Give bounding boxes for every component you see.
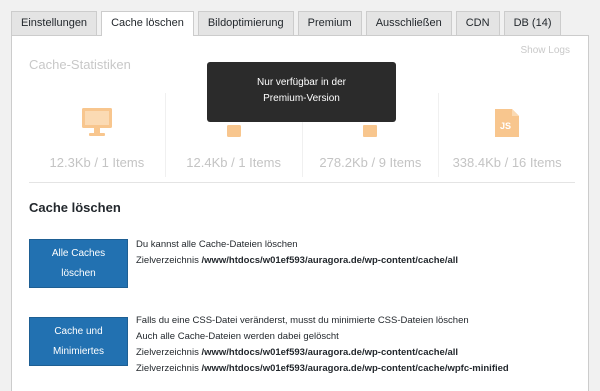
tab-einstellungen[interactable]: Einstellungen <box>11 11 98 35</box>
clear-all-desc-text: Du kannst alle Cache-Dateien löschen <box>136 239 298 250</box>
clear-minified-label-2: Minimiertes <box>52 345 105 357</box>
stat-css-value: 278.2Kb / 9 Items <box>319 155 422 170</box>
stat-js-value: 338.4Kb / 16 Items <box>452 155 562 170</box>
tab-bildoptimierung[interactable]: Bildoptimierung <box>197 11 294 35</box>
tab-premium[interactable]: Premium <box>297 11 362 35</box>
clear-minified-target-dir-2: Zielverzeichnis /www/htdocs/w01ef593/aur… <box>136 363 509 374</box>
stat-desktop: 12.3Kb / 1 Items <box>29 93 166 177</box>
stat-mobile-value: 12.4Kb / 1 Items <box>186 155 281 170</box>
clear-minified-target-dir-1: Zielverzeichnis /www/htdocs/w01ef593/aur… <box>136 347 459 358</box>
tab-ausschliessen[interactable]: Ausschließen <box>365 11 452 35</box>
divider <box>29 182 575 183</box>
clear-all-caches-button[interactable]: Alle Caches löschen <box>29 239 128 288</box>
stat-desktop-value: 12.3Kb / 1 Items <box>49 155 145 170</box>
tab-cdn[interactable]: CDN <box>455 11 500 35</box>
clear-all-caches-label-2: löschen <box>61 267 96 279</box>
stats-title: Cache-Statistiken <box>29 57 131 72</box>
svg-text:JS: JS <box>500 121 511 131</box>
stat-js: JS 338.4Kb / 16 Items <box>439 93 575 177</box>
clear-minified-desc-2: Auch alle Cache-Dateien werden dabei gel… <box>136 331 339 342</box>
tooltip-line-1: Nur verfügbar in der <box>257 77 346 88</box>
tab-cache-loeschen[interactable]: Cache löschen <box>101 11 194 36</box>
clear-cache-title: Cache löschen <box>29 200 121 215</box>
tooltip-line-2: Premium-Version <box>263 93 340 104</box>
clear-minified-description: Falls du eine CSS-Datei veränderst, muss… <box>136 313 509 377</box>
premium-tooltip: Nur verfügbar in der Premium-Version <box>207 62 396 122</box>
desktop-icon <box>80 99 114 139</box>
tab-db[interactable]: DB (14) <box>503 11 562 35</box>
clear-minified-label-1: Cache und <box>54 325 103 337</box>
tab-bar: Einstellungen Cache löschen Bildoptimier… <box>11 11 565 36</box>
js-file-icon: JS <box>492 99 522 139</box>
clear-all-target-dir: Zielverzeichnis /www/htdocs/w01ef593/aur… <box>136 255 459 266</box>
clear-minified-desc-1: Falls du eine CSS-Datei veränderst, muss… <box>136 315 469 326</box>
clear-all-description: Du kannst alle Cache-Dateien löschen Zie… <box>136 237 458 269</box>
clear-all-caches-label-1: Alle Caches <box>51 247 106 259</box>
show-logs-link[interactable]: Show Logs <box>521 45 570 56</box>
clear-cache-and-minified-button[interactable]: Cache und Minimiertes <box>29 317 128 366</box>
